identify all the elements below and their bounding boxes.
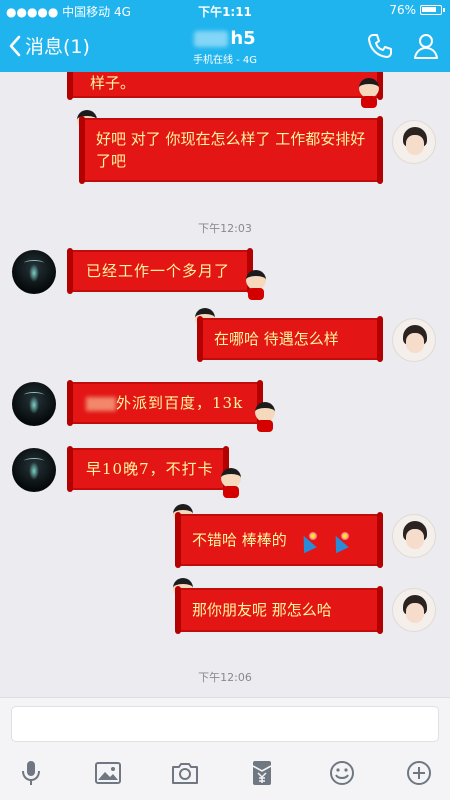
plus-icon	[407, 761, 431, 785]
redacted-text	[86, 397, 116, 411]
image-icon	[95, 762, 121, 784]
phone-icon	[368, 34, 392, 58]
party-popper-icon	[298, 531, 320, 551]
camera-button[interactable]	[170, 759, 200, 787]
message-bubble-outgoing[interactable]: 那你朋友呢 那怎么哈	[175, 586, 383, 634]
contact-name: h5	[230, 28, 256, 49]
avatar-contact[interactable]	[12, 382, 56, 426]
chat-history[interactable]: 样子。 好吧 对了 你现在怎么样了 工作都安排好了吧 下午12:03 已经工作一…	[0, 72, 450, 697]
message-text: 那你朋友呢 那怎么哈	[192, 601, 332, 619]
message-input[interactable]	[11, 706, 439, 742]
timestamp: 下午12:03	[198, 222, 252, 235]
avatar-contact[interactable]	[12, 250, 56, 294]
red-packet-icon	[252, 761, 272, 785]
battery-percent: 76%	[389, 3, 416, 17]
message-bubble-incoming[interactable]: 早10晚7，不打卡	[67, 446, 229, 492]
person-icon	[414, 34, 438, 59]
bubble-sticker-icon	[218, 468, 244, 498]
emoji-button[interactable]	[327, 759, 357, 787]
avatar-contact[interactable]	[12, 448, 56, 492]
message-text: 外派到百度，13k	[116, 394, 244, 412]
avatar-self[interactable]	[392, 120, 436, 164]
message-bubble-outgoing[interactable]: 好吧 对了 你现在怎么样了 工作都安排好了吧	[79, 116, 383, 184]
party-popper-icon	[330, 531, 352, 551]
battery-indicator: 76%	[389, 3, 445, 17]
input-toolbar	[0, 747, 450, 800]
navigation-bar: ●●●●● 中国移动 4G 下午1:11 76% 消息(1) h5 手机在线 -…	[0, 0, 450, 72]
camera-icon	[172, 763, 198, 784]
battery-icon	[420, 5, 445, 15]
message-bubble-outgoing[interactable]: 样子。	[67, 72, 383, 100]
bubble-sticker-icon	[356, 78, 382, 108]
phone-button[interactable]	[366, 32, 394, 64]
message-bubble-outgoing[interactable]: 在哪哈 待遇怎么样	[197, 316, 383, 362]
redacted-name	[194, 30, 229, 47]
message-text: 好吧 对了 你现在怎么样了 工作都安排好了吧	[96, 130, 366, 170]
message-bubble-incoming[interactable]: 外派到百度，13k	[67, 380, 263, 426]
message-composer	[0, 697, 450, 748]
message-text: 在哪哈 待遇怎么样	[214, 330, 339, 348]
message-bubble-outgoing[interactable]: 不错哈 棒棒的	[175, 512, 383, 568]
status-bar: ●●●●● 中国移动 4G 下午1:11 76%	[0, 0, 450, 22]
message-text: 不错哈 棒棒的	[192, 531, 287, 549]
more-button[interactable]	[404, 759, 434, 787]
message-text: 早10晚7，不打卡	[86, 460, 214, 478]
photo-button[interactable]	[93, 759, 123, 787]
bubble-sticker-icon	[252, 402, 278, 432]
voice-button[interactable]	[16, 759, 46, 787]
timestamp: 下午12:06	[198, 671, 252, 684]
bubble-sticker-icon	[243, 270, 269, 300]
avatar-self[interactable]	[392, 588, 436, 632]
emoji-icon	[330, 761, 354, 785]
message-bubble-incoming[interactable]: 已经工作一个多月了	[67, 248, 253, 294]
profile-button[interactable]	[412, 32, 440, 64]
clock: 下午1:11	[198, 5, 252, 19]
avatar-self[interactable]	[392, 318, 436, 362]
microphone-icon	[22, 761, 40, 785]
message-text: 已经工作一个多月了	[86, 262, 231, 280]
avatar-self[interactable]	[392, 514, 436, 558]
red-packet-button[interactable]	[247, 759, 277, 787]
message-text: 样子。	[90, 74, 136, 92]
